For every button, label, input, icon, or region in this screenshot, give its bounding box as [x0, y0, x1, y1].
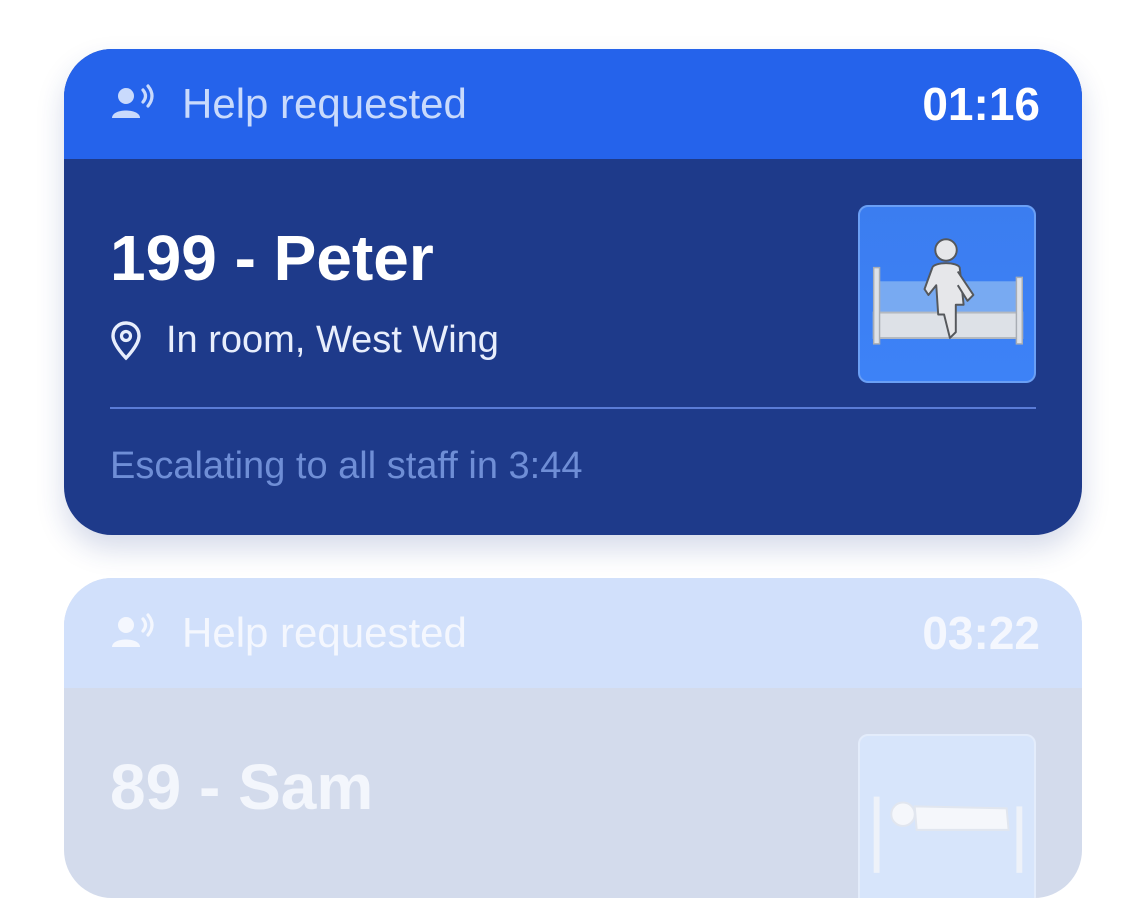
person-sitting-on-bed-edge-icon: [872, 238, 1024, 345]
alert-timer: 03:22: [922, 607, 1040, 659]
bed-exit-thumbnail: [858, 205, 1036, 383]
location-pin-icon: [110, 320, 142, 361]
alert-card[interactable]: Help requested 01:16 199 - Peter In room…: [64, 49, 1082, 535]
person-lying-in-bed-icon: [873, 796, 1023, 873]
alert-title: Help requested: [182, 609, 467, 656]
escalation-notice: Escalating to all staff in 3:44: [110, 445, 583, 487]
patient-name: 199 - Peter: [110, 222, 434, 294]
alert-timer: 01:16: [922, 78, 1040, 130]
patient-name: 89 - Sam: [110, 751, 374, 823]
location-label: In room, West Wing: [166, 319, 499, 361]
alert-title: Help requested: [182, 80, 467, 127]
alert-card-header: Help requested 03:22: [64, 578, 1082, 688]
in-bed-thumbnail: [858, 734, 1036, 898]
patient-location: In room, West Wing: [110, 319, 499, 362]
alert-card-header: Help requested 01:16: [64, 49, 1082, 159]
person-speaking-icon: [110, 84, 158, 124]
divider: [110, 407, 1036, 409]
person-speaking-icon: [110, 613, 158, 653]
alert-card[interactable]: Help requested 03:22 89 - Sam: [64, 578, 1082, 898]
